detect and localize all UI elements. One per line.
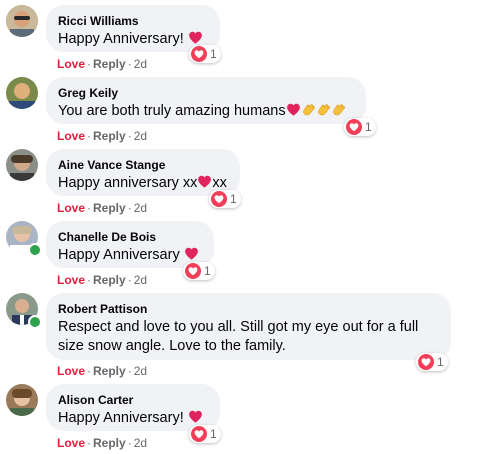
comment-actions: Love · Reply · 2d [57, 56, 147, 72]
love-reaction-icon [418, 354, 434, 370]
love-button[interactable]: Love [57, 364, 85, 378]
reaction-count: 1 [437, 355, 444, 369]
avatar-image [6, 5, 38, 37]
comment-text: Happy anniversary xx xx [58, 174, 227, 191]
separator: · [87, 201, 92, 215]
avatar[interactable] [6, 5, 38, 37]
separator: · [127, 129, 132, 143]
love-reaction-icon [211, 191, 227, 207]
red-heart-emoji-icon [188, 409, 203, 424]
online-status-icon [28, 243, 42, 257]
comment-author[interactable]: Aine Vance Stange [58, 157, 228, 173]
reaction-summary[interactable]: 1 [344, 118, 376, 136]
reply-button[interactable]: Reply [93, 273, 126, 287]
comment-timestamp[interactable]: 2d [134, 273, 147, 287]
comment-timestamp[interactable]: 2d [134, 129, 147, 143]
reply-button[interactable]: Reply [93, 129, 126, 143]
reaction-count: 1 [204, 264, 211, 278]
comment-actions: Love · Reply · 2d [57, 128, 147, 144]
separator: · [87, 57, 92, 71]
comment-timestamp[interactable]: 2d [134, 201, 147, 215]
separator: · [87, 436, 92, 450]
online-status-icon [28, 315, 42, 329]
reply-button[interactable]: Reply [93, 436, 126, 450]
comment-author[interactable]: Chanelle De Bois [58, 229, 202, 245]
love-reaction-icon [346, 119, 362, 135]
love-reaction-icon [185, 263, 201, 279]
comment-author[interactable]: Alison Carter [58, 392, 208, 408]
comment-text: You are both truly amazing humans [58, 102, 354, 121]
avatar-image [6, 77, 38, 109]
reply-button[interactable]: Reply [93, 57, 126, 71]
reply-button[interactable]: Reply [93, 364, 126, 378]
red-heart-emoji-icon [286, 102, 301, 117]
love-reaction-icon [191, 426, 207, 442]
comment-actions: Love · Reply · 2d [57, 435, 147, 451]
separator: · [87, 364, 92, 378]
separator: · [127, 201, 132, 215]
avatar-image [6, 384, 38, 416]
clapping-hands-emoji-icon [316, 102, 331, 117]
comment-actions: Love · Reply · 2d [57, 200, 147, 216]
comment-bubble: Chanelle De Bois Happy Anniversary [46, 221, 214, 268]
reaction-count: 1 [210, 427, 217, 441]
red-heart-emoji-icon [184, 246, 199, 261]
reaction-count: 1 [230, 192, 237, 206]
separator: · [87, 273, 92, 287]
clapping-hands-emoji-icon [331, 102, 346, 117]
comment-bubble: Greg Keily You are both truly amazing hu… [46, 77, 366, 124]
comment-bubble: Alison Carter Happy Anniversary! [46, 384, 220, 431]
reaction-summary[interactable]: 1 [416, 353, 448, 371]
comment-text: Happy Anniversary! [58, 409, 208, 428]
reaction-count: 1 [365, 120, 372, 134]
reaction-summary[interactable]: 1 [189, 45, 221, 63]
comment-text: Happy Anniversary! [58, 30, 208, 49]
comment-timestamp[interactable]: 2d [134, 436, 147, 450]
comment-author[interactable]: Greg Keily [58, 85, 354, 101]
comment-actions: Love · Reply · 2d [57, 363, 147, 379]
avatar[interactable] [6, 384, 38, 416]
separator: · [87, 129, 92, 143]
comment-text: Respect and love to you all. Still got m… [58, 319, 419, 354]
separator: · [127, 273, 132, 287]
reaction-summary[interactable]: 1 [209, 190, 241, 208]
reaction-summary[interactable]: 1 [183, 262, 215, 280]
reaction-summary[interactable]: 1 [189, 425, 221, 443]
separator: · [127, 57, 132, 71]
avatar[interactable] [6, 77, 38, 109]
red-heart-emoji-icon [197, 174, 212, 189]
avatar[interactable] [6, 149, 38, 181]
comment-text: Happy Anniversary [58, 246, 202, 265]
comment-bubble: Aine Vance Stange Happy anniversary xx xx [46, 149, 240, 196]
separator: · [127, 364, 132, 378]
separator: · [127, 436, 132, 450]
clapping-hands-emoji-icon [301, 102, 316, 117]
comment-timestamp[interactable]: 2d [134, 57, 147, 71]
love-button[interactable]: Love [57, 273, 85, 287]
love-reaction-icon [191, 46, 207, 62]
love-button[interactable]: Love [57, 57, 85, 71]
love-button[interactable]: Love [57, 129, 85, 143]
comment-timestamp[interactable]: 2d [134, 364, 147, 378]
love-button[interactable]: Love [57, 436, 85, 450]
avatar-image [6, 149, 38, 181]
love-button[interactable]: Love [57, 201, 85, 215]
comment-author[interactable]: Ricci Williams [58, 13, 208, 29]
comment-actions: Love · Reply · 2d [57, 272, 147, 288]
comment-author[interactable]: Robert Pattison [58, 301, 439, 317]
comment-bubble: Robert Pattison Respect and love to you … [46, 293, 451, 360]
reply-button[interactable]: Reply [93, 201, 126, 215]
red-heart-emoji-icon [188, 30, 203, 45]
reaction-count: 1 [210, 47, 217, 61]
